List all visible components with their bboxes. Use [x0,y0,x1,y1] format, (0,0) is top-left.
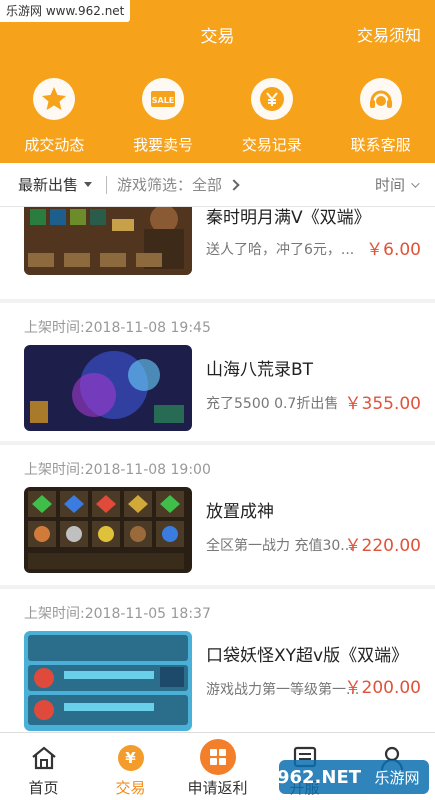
listing-price: ￥200.00 [344,678,421,698]
nav-label: 首页 [28,779,59,797]
listing-list: 秦时明月满V《双端》 送人了哈，冲了6元，... ￥6.00 上架时间:2018… [0,207,435,732]
divider [106,175,108,194]
tile-label: 我要卖号 [133,136,194,154]
star-badge-icon [33,78,76,120]
watermark-top: 乐游网 www.962.net [0,0,131,22]
tile-deal-news[interactable]: 成交动态 [0,78,109,155]
tile-trade-records[interactable]: 交易记录 [218,78,327,155]
nav-home[interactable]: 首页 [0,733,87,800]
game-thumbnail [24,631,192,731]
listing-name: 口袋妖怪XY超v版《双端》 [206,646,409,666]
svg-text:乐游网: 乐游网 [374,769,419,787]
game-filter-label: 游戏筛选：全部 [117,176,223,194]
listing-price: ￥6.00 [366,240,421,260]
game-filter[interactable]: 游戏筛选：全部 [117,174,240,195]
list-item[interactable]: 上架时间:2018-11-08 19:00 放置成神 全区第一战力 充值30..… [0,445,435,585]
headset-icon [359,78,402,120]
header: 交易 交易须知 成交动态 SALE 我要卖号 交易记录 联系客服 [0,0,435,163]
listing-desc: 全区第一战力 充值30... [206,538,354,554]
listing-price: ￥220.00 [344,536,421,556]
tile-sell-account[interactable]: SALE 我要卖号 [109,78,218,155]
yen-record-icon [250,78,293,120]
tile-label: 交易记录 [241,136,302,154]
game-thumbnail [24,207,192,275]
list-item[interactable]: 上架时间:2018-11-05 18:37 口袋妖怪XY超v版《双端》 游戏战力… [0,589,435,732]
listing-desc: 游戏战力第一等级第一... [206,682,360,698]
nav-label: 交易 [115,779,146,797]
sale-tag-icon: SALE [142,78,185,120]
feature-tiles: 成交动态 SALE 我要卖号 交易记录 联系客服 [0,78,435,155]
sort-dropdown[interactable]: 最新出售 [18,174,93,195]
listing-price: ￥355.00 [344,394,421,414]
sort-label: 最新出售 [18,176,79,194]
home-icon [29,743,59,773]
time-sort-label: 时间 [374,176,405,194]
listing-name: 放置成神 [206,502,274,522]
nav-trade[interactable]: ¥ 交易 [87,733,174,800]
tile-label: 成交动态 [24,136,85,154]
listing-desc: 充了5500 0.7折出售 [206,396,339,412]
chevron-down-icon [411,178,420,188]
svg-text:SALE: SALE [152,96,175,105]
listing-time: 上架时间:2018-11-08 19:45 [24,320,211,336]
apps-grid-icon [199,739,236,775]
list-item[interactable]: 秦时明月满V《双端》 送人了哈，冲了6元，... ￥6.00 [0,207,435,299]
trade-notice-link[interactable]: 交易须知 [357,22,421,46]
chevron-right-icon [228,178,240,191]
watermark-bottom: 962.NET 乐游网 [279,758,429,796]
game-thumbnail [24,487,192,573]
listing-desc: 送人了哈，冲了6元，... [206,242,355,258]
tile-label: 联系客服 [350,136,411,154]
caret-down-icon [84,182,93,187]
yen-icon: ¥ [116,743,146,773]
listing-time: 上架时间:2018-11-08 19:00 [24,462,211,478]
filter-bar: 最新出售 游戏筛选：全部 时间 [0,163,435,207]
svg-text:962.NET: 962.NET [279,767,362,788]
tile-customer-service[interactable]: 联系客服 [326,78,435,155]
listing-time: 上架时间:2018-11-05 18:37 [24,606,211,622]
listing-name: 山海八荒录BT [206,360,314,380]
listing-name: 秦时明月满V《双端》 [206,208,371,228]
time-sort[interactable]: 时间 [374,174,420,195]
list-item[interactable]: 上架时间:2018-11-08 19:45 山海八荒录BT 充了5500 0.7… [0,303,435,441]
nav-label: 申请返利 [187,779,248,797]
game-thumbnail [24,345,192,431]
nav-apply-rebate[interactable]: 申请返利 [174,733,261,800]
